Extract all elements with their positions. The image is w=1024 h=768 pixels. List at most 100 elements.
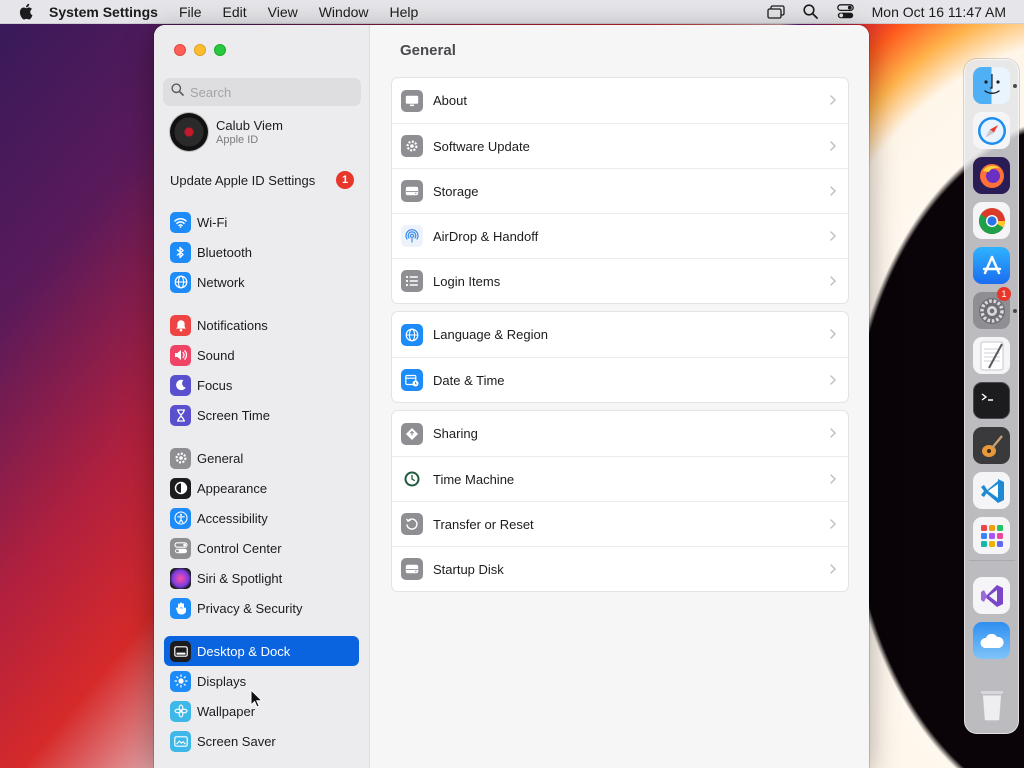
sidebar-group-system: General Appearance Accessibility Control… (164, 443, 359, 623)
chevron-right-icon (830, 564, 836, 574)
app-store-icon[interactable] (973, 247, 1010, 284)
row-language-region[interactable]: Language & Region (392, 312, 848, 357)
safari-icon[interactable] (973, 112, 1010, 149)
menu-clock[interactable]: Mon Oct 16 11:47 AM (872, 4, 1006, 20)
globe-icon (401, 323, 423, 346)
chevron-right-icon (830, 428, 836, 438)
apple-menu-icon[interactable] (18, 3, 34, 20)
row-sharing[interactable]: Sharing (392, 411, 848, 456)
hourglass-icon (170, 404, 191, 426)
terminal-icon[interactable] (973, 382, 1010, 419)
sidebar-item-general[interactable]: General (164, 443, 359, 473)
apple-id-profile[interactable]: Calub Viem Apple ID (170, 113, 283, 151)
sidebar-item-control-center[interactable]: Control Center (164, 533, 359, 563)
row-time-machine[interactable]: Time Machine (392, 456, 848, 501)
update-badge: 1 (336, 171, 354, 189)
chevron-right-icon (830, 474, 836, 484)
row-transfer-reset[interactable]: Transfer or Reset (392, 501, 848, 546)
row-login-items[interactable]: Login Items (392, 258, 848, 303)
chrome-icon[interactable] (973, 202, 1010, 239)
menu-view[interactable]: View (268, 4, 298, 20)
row-label: Startup Disk (433, 561, 504, 577)
row-startup-disk[interactable]: Startup Disk (392, 546, 848, 591)
sidebar-item-label: Sound (197, 347, 235, 363)
accessibility-icon (170, 507, 191, 529)
zoom-button[interactable] (214, 44, 226, 56)
menu-bar: System Settings File Edit View Window He… (0, 0, 1024, 24)
list-icon (401, 270, 423, 292)
row-airdrop-handoff[interactable]: AirDrop & Handoff (392, 213, 848, 258)
trash-icon[interactable] (973, 686, 1010, 723)
sidebar-item-label: Desktop & Dock (197, 643, 291, 659)
sidebar-item-privacy-security[interactable]: Privacy & Security (164, 593, 359, 623)
time-machine-icon (401, 468, 423, 490)
update-apple-id-settings[interactable]: Update Apple ID Settings 1 (170, 168, 354, 192)
launchpad-icon[interactable] (973, 517, 1010, 554)
window-controls (174, 44, 226, 56)
sidebar-item-focus[interactable]: Focus (164, 370, 359, 400)
sidebar-item-label: Accessibility (197, 510, 268, 526)
sidebar-item-siri-spotlight[interactable]: Siri & Spotlight (164, 563, 359, 593)
sidebar-group-connectivity: Wi-Fi Bluetooth Network (164, 207, 359, 297)
sidebar-item-screen-saver[interactable]: Screen Saver (164, 726, 359, 756)
row-software-update[interactable]: Software Update (392, 123, 848, 168)
sidebar-item-desktop-dock[interactable]: Desktop & Dock (164, 636, 359, 666)
sidebar-item-label: Screen Time (197, 407, 270, 423)
sidebar-item-accessibility[interactable]: Accessibility (164, 503, 359, 533)
menu-file[interactable]: File (179, 4, 202, 20)
sidebar-item-network[interactable]: Network (164, 267, 359, 297)
vscode-icon[interactable] (973, 472, 1010, 509)
calendar-clock-icon (401, 369, 423, 391)
profile-name: Calub Viem (216, 117, 283, 133)
dock: 1 (964, 59, 1019, 734)
sidebar-item-screen-time[interactable]: Screen Time (164, 400, 359, 430)
finder-icon[interactable] (973, 67, 1010, 104)
sidebar-item-label: Network (197, 274, 245, 290)
menu-edit[interactable]: Edit (223, 4, 247, 20)
garageband-icon[interactable] (973, 427, 1010, 464)
screen-mirroring-icon[interactable] (766, 4, 785, 20)
flower-icon (170, 700, 191, 722)
row-label: Storage (433, 183, 479, 199)
display-icon (401, 89, 423, 112)
search-field[interactable] (163, 78, 361, 106)
sun-icon (170, 670, 191, 692)
minimize-button[interactable] (194, 44, 206, 56)
bell-icon (170, 314, 191, 336)
sidebar-item-label: Siri & Spotlight (197, 570, 283, 586)
menu-app-name[interactable]: System Settings (49, 4, 158, 20)
page-title: General (400, 42, 456, 59)
row-storage[interactable]: Storage (392, 168, 848, 213)
sidebar-item-label: Appearance (197, 480, 268, 496)
dock-separator (969, 560, 1015, 561)
sidebar-item-label: Screen Saver (197, 733, 276, 749)
sidebar-item-notifications[interactable]: Notifications (164, 310, 359, 340)
control-center-icon[interactable] (837, 4, 855, 20)
settings-group-1: About Software Update Storage AirDrop & … (391, 77, 849, 304)
sidebar-group-notifications: Notifications Sound Focus Screen Time (164, 310, 359, 430)
search-input[interactable] (190, 84, 350, 100)
reset-icon (401, 513, 423, 535)
close-button[interactable] (174, 44, 186, 56)
bluetooth-icon (170, 241, 191, 263)
visual-studio-icon[interactable] (973, 577, 1010, 614)
sidebar-item-sound[interactable]: Sound (164, 340, 359, 370)
spotlight-search-icon[interactable] (802, 4, 820, 20)
sidebar-item-appearance[interactable]: Appearance (164, 473, 359, 503)
sidebar-item-label: Privacy & Security (197, 600, 303, 616)
menu-window[interactable]: Window (319, 4, 369, 20)
row-label: Software Update (433, 138, 530, 154)
avatar (170, 113, 208, 151)
row-date-time[interactable]: Date & Time (392, 357, 848, 402)
firefox-icon[interactable] (973, 157, 1010, 194)
sidebar-item-wifi[interactable]: Wi-Fi (164, 207, 359, 237)
menu-help[interactable]: Help (390, 4, 419, 20)
row-about[interactable]: About (392, 78, 848, 123)
update-label: Update Apple ID Settings (170, 172, 316, 188)
chevron-right-icon (830, 186, 836, 196)
weather-icon[interactable] (973, 622, 1010, 659)
sidebar-item-bluetooth[interactable]: Bluetooth (164, 237, 359, 267)
chevron-right-icon (830, 519, 836, 529)
settings-group-3: Sharing Time Machine Transfer or Reset S… (391, 410, 849, 592)
textedit-icon[interactable] (973, 337, 1010, 374)
